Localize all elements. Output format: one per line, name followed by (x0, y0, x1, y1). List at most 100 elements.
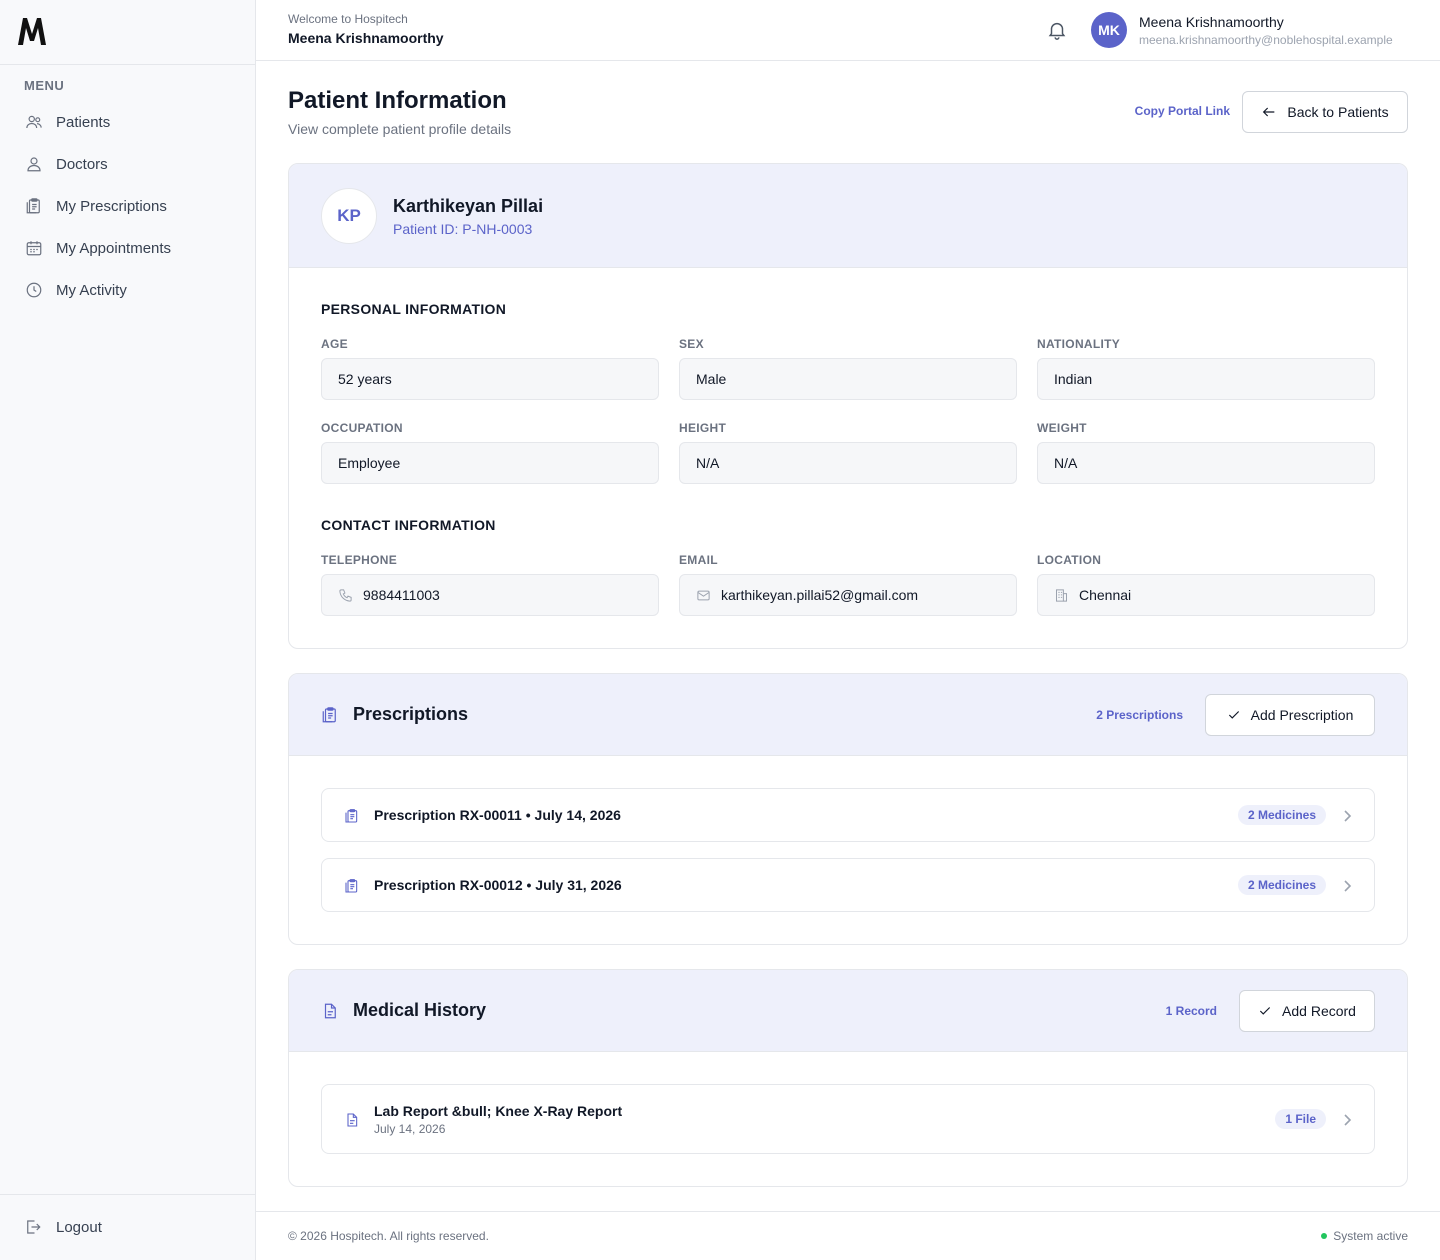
location-value: Chennai (1079, 587, 1132, 603)
clock-icon (24, 280, 44, 300)
list-item[interactable]: Lab Report &bull; Knee X-Ray Report July… (321, 1084, 1375, 1154)
patient-id: Patient ID: P-NH-0003 (393, 221, 533, 237)
email-value: karthikeyan.pillai52@gmail.com (721, 587, 919, 603)
age-field: 52 years (321, 358, 659, 400)
clipboard-icon (344, 807, 360, 825)
welcome-text: Welcome to Hospitech (288, 12, 408, 26)
user-name: Meena Krishnamoorthy (1139, 14, 1284, 30)
building-icon (1054, 587, 1070, 603)
sidebar-item-label: Doctors (56, 155, 108, 173)
sex-field: Male (679, 358, 1017, 400)
clipboard-icon (344, 877, 360, 895)
chevron-right-icon (1342, 879, 1352, 893)
check-icon (1228, 711, 1239, 719)
record-date: July 14, 2026 (374, 1122, 446, 1136)
top-header: Welcome to Hospitech Meena Krishnamoorth… (256, 0, 1440, 61)
sidebar-item-label: My Activity (56, 281, 127, 299)
add-record-button[interactable]: Add Record (1239, 990, 1375, 1032)
height-field: N/A (679, 442, 1017, 484)
height-label: HEIGHT (679, 421, 727, 435)
sidebar: MENU Patients Doctors My Prescriptions M… (0, 0, 256, 1260)
status-text: System active (1333, 1229, 1408, 1243)
sidebar-nav: Patients Doctors My Prescriptions My App… (0, 101, 255, 311)
location-field: Chennai (1037, 574, 1375, 616)
user-email: meena.krishnamoorthy@noblehospital.examp… (1139, 33, 1393, 47)
calendar-icon (24, 238, 44, 258)
copy-portal-link[interactable]: Copy Portal Link (1135, 104, 1230, 118)
logo[interactable] (0, 0, 255, 65)
sidebar-item-my-prescriptions[interactable]: My Prescriptions (0, 185, 255, 227)
file-icon (321, 1002, 339, 1020)
medical-history-header: Medical History 1 Record Add Record (289, 970, 1407, 1052)
height-value: N/A (696, 455, 720, 471)
chevron-right-icon (1342, 1113, 1352, 1127)
check-icon (1259, 1007, 1271, 1015)
sex-label: SEX (679, 337, 704, 351)
prescriptions-header: Prescriptions 2 Prescriptions Add Prescr… (289, 674, 1407, 756)
medical-history-title: Medical History (353, 1000, 487, 1020)
sidebar-item-patients[interactable]: Patients (0, 101, 255, 143)
add-prescription-button[interactable]: Add Prescription (1205, 694, 1375, 736)
weight-value: N/A (1054, 455, 1078, 471)
occupation-label: OCCUPATION (321, 421, 403, 435)
add-record-label: Add Record (1282, 1003, 1356, 1019)
sidebar-item-my-activity[interactable]: My Activity (0, 269, 255, 311)
page-subtitle: View complete patient profile details (288, 121, 512, 137)
personal-info-title: PERSONAL INFORMATION (321, 301, 507, 317)
patient-header: KP Karthikeyan Pillai Patient ID: P-NH-0… (289, 164, 1407, 268)
sidebar-item-label: My Prescriptions (56, 197, 167, 215)
record-title: Lab Report &bull; Knee X-Ray Report (374, 1103, 623, 1119)
chevron-right-icon (1342, 809, 1352, 823)
sidebar-item-label: My Appointments (56, 239, 172, 257)
list-item[interactable]: Prescription RX-00011 • July 14, 2026 2 … (321, 788, 1375, 842)
user-icon (24, 154, 44, 174)
system-status: System active (1321, 1229, 1408, 1243)
medicines-badge: 2 Medicines (1237, 805, 1326, 825)
patient-avatar: KP (321, 188, 377, 244)
nationality-value: Indian (1054, 371, 1093, 387)
sidebar-item-doctors[interactable]: Doctors (0, 143, 255, 185)
telephone-label: TELEPHONE (321, 553, 398, 567)
m-logo-icon (18, 18, 46, 45)
clipboard-icon (321, 706, 339, 724)
sidebar-item-label: Patients (56, 113, 111, 131)
patient-name: Karthikeyan Pillai (393, 196, 544, 216)
arrow-left-icon (1263, 107, 1275, 117)
weight-field: N/A (1037, 442, 1375, 484)
back-label: Back to Patients (1287, 104, 1389, 120)
occupation-field: Employee (321, 442, 659, 484)
prescriptions-count: 2 Prescriptions (1096, 708, 1183, 722)
file-count-badge: 1 File (1275, 1109, 1326, 1129)
page-title: Patient Information (288, 87, 507, 114)
medical-history-card: Medical History 1 Record Add Record Lab … (288, 969, 1408, 1187)
phone-icon (338, 587, 354, 603)
telephone-field: 9884411003 (321, 574, 659, 616)
logout-label: Logout (56, 1219, 102, 1236)
occupation-value: Employee (338, 455, 401, 471)
telephone-value: 9884411003 (363, 587, 440, 603)
patient-card: KP Karthikeyan Pillai Patient ID: P-NH-0… (288, 163, 1408, 649)
back-to-patients-button[interactable]: Back to Patients (1242, 91, 1408, 133)
file-icon (344, 1111, 360, 1129)
bell-icon[interactable] (1046, 19, 1068, 41)
prescription-title: Prescription RX-00012 • July 31, 2026 (374, 877, 622, 893)
medicines-badge: 2 Medicines (1237, 875, 1326, 895)
list-item[interactable]: Prescription RX-00012 • July 31, 2026 2 … (321, 858, 1375, 912)
age-label: AGE (321, 337, 348, 351)
location-label: LOCATION (1037, 553, 1102, 567)
sidebar-item-my-appointments[interactable]: My Appointments (0, 227, 255, 269)
logout-button[interactable]: Logout (0, 1194, 255, 1260)
nationality-label: NATIONALITY (1037, 337, 1121, 351)
email-label: EMAIL (679, 553, 718, 567)
contact-info-title: CONTACT INFORMATION (321, 517, 496, 533)
users-icon (24, 112, 44, 132)
nationality-field: Indian (1037, 358, 1375, 400)
records-count: 1 Record (1165, 1004, 1217, 1018)
mail-icon (696, 587, 712, 603)
status-dot-icon (1321, 1233, 1328, 1239)
logout-icon (24, 1218, 44, 1238)
welcome-name: Meena Krishnamoorthy (288, 30, 444, 46)
copyright: © 2026 Hospitech. All rights reserved. (288, 1229, 489, 1243)
prescriptions-card: Prescriptions 2 Prescriptions Add Prescr… (288, 673, 1408, 945)
avatar[interactable]: MK (1091, 12, 1127, 48)
